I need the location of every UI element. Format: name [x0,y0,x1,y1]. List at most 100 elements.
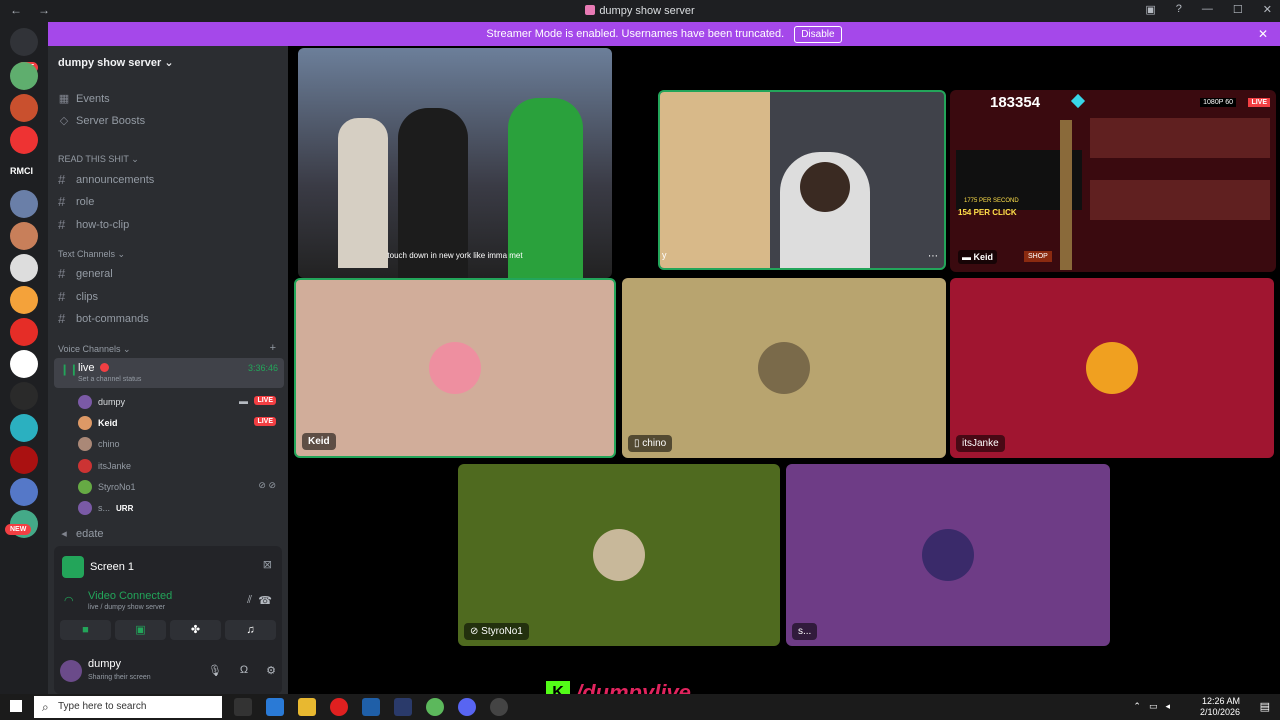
stop-stream-icon[interactable]: ⊠ [263,558,272,571]
microphone-icon[interactable]: 🎙 [208,664,222,677]
channel-label: edate [76,527,104,540]
server-icon[interactable] [10,286,38,314]
app-icon[interactable] [266,698,284,716]
channel-announcements[interactable]: # announcements [58,172,154,187]
hash-icon: # [58,311,66,326]
screen-controls: ■ ▣ ✤ ♫ [60,620,276,640]
stream-tile-game[interactable]: 183354 1080P 60 LIVE 1775 PER SECOND 154… [950,90,1276,272]
network-icon[interactable]: ▭ [1149,701,1158,712]
server-icon[interactable] [10,94,38,122]
youtube-server-icon[interactable] [10,318,38,346]
activities-button[interactable]: ✤ [170,620,221,640]
server-icon[interactable] [10,62,38,90]
taskbar-clock[interactable]: 12:26 AM 2/10/2026 [1200,696,1240,718]
server-icon[interactable] [10,446,38,474]
home-discord-icon[interactable] [10,28,38,56]
volume-icon[interactable]: ◂ [1165,701,1170,712]
stream-tile-webcam[interactable]: y ⋯ [658,90,946,270]
avatar[interactable] [60,660,82,682]
soundboard-button[interactable]: ♫ [225,620,276,640]
voice-user[interactable]: itsJanke [78,459,131,473]
server-icon[interactable] [10,350,38,378]
participant-tile-styrono1[interactable]: ⊘ StyroNo1 [458,464,780,646]
noise-suppression-icon[interactable]: ⫽ [247,594,252,607]
banner-close-icon[interactable]: ✕ [1258,27,1268,41]
inbox-icon[interactable]: ▣ [1145,3,1155,16]
voice-timer: 3:36:46 [247,363,278,373]
close-window-icon[interactable]: ✕ [1263,3,1272,16]
taskbar-search-input[interactable]: Type here to search [34,696,222,718]
voice-user[interactable]: s... URR [78,501,133,515]
server-icon[interactable] [10,382,38,410]
minimize-icon[interactable]: — [1202,3,1213,16]
video-stage: touch down in new york like imma met y ⋯… [288,46,1280,694]
windows-start-icon[interactable] [10,700,22,712]
live-dot-icon [99,363,109,372]
sidebar-item-events[interactable]: ▦ Events [58,92,110,106]
discord-icon[interactable] [458,698,476,716]
taskbar-apps [234,698,508,716]
channel-bot-commands[interactable]: # bot-commands [58,311,149,326]
vegas-icon[interactable] [362,698,380,716]
streamer-mode-banner: Streamer Mode is enabled. Usernames have… [48,22,1280,46]
sidebar-item-server-boosts[interactable]: ◇ Server Boosts [58,114,145,128]
channel-clips[interactable]: # clips [58,289,98,304]
help-icon[interactable]: ? [1176,3,1182,16]
avatar [78,480,92,494]
tray-chevron-icon[interactable]: ⌃ [1133,701,1141,712]
settings-gear-icon[interactable]: ⚙ [266,664,276,677]
category-text-channels[interactable]: Text Channels ⌄ [58,249,125,260]
hash-icon: # [58,266,66,281]
voice-channel-edate[interactable]: ◂ edate [58,527,104,541]
per-second-text: 1775 PER SECOND [964,198,1019,204]
server-icon[interactable] [10,222,38,250]
server-icon[interactable] [10,126,38,154]
disable-button[interactable]: Disable [794,25,842,43]
server-icon[interactable] [10,254,38,282]
add-channel-icon[interactable]: + [270,342,276,354]
category-voice-channels[interactable]: Voice Channels ⌄ [58,344,131,355]
more-options-icon[interactable]: ⋯ [928,251,938,262]
stream-user-name: Keid [973,252,994,262]
server-icon[interactable] [10,190,38,218]
participant-tile-s[interactable]: s... [786,464,1110,646]
voice-user[interactable]: Keid [78,416,118,430]
opera-icon[interactable] [330,698,348,716]
screen-share-button[interactable]: ▣ [115,620,166,640]
camera-button[interactable]: ■ [60,620,111,640]
server-rail: 685 RMCI NEW [0,22,48,694]
voice-user[interactable]: dumpy [78,395,125,409]
avatar [758,342,810,394]
connection-signal-icon[interactable]: ◠ [64,594,74,607]
participant-tile-chino[interactable]: ▯ chino [622,278,946,458]
participant-tile-itsjanke[interactable]: itsJanke [950,278,1274,458]
disconnect-icon[interactable]: ☎ [258,594,272,607]
voice-channel-live[interactable]: ❙❙ live 3:36:46 Set a channel status [54,358,284,388]
participant-tile-keid[interactable]: Keid [294,278,616,458]
file-explorer-icon[interactable] [298,698,316,716]
obs-icon[interactable] [490,698,508,716]
maximize-icon[interactable]: ☐ [1233,3,1243,16]
photoshop-icon[interactable] [394,698,412,716]
category-read[interactable]: READ THIS SHIT ⌄ [58,154,139,165]
headphones-icon[interactable]: Ω [240,664,248,677]
channel-general[interactable]: # general [58,266,113,281]
clock-date: 2/10/2026 [1199,707,1240,717]
channel-how-to-clip[interactable]: # how-to-clip [58,217,129,232]
task-view-icon[interactable] [234,698,252,716]
system-tray: ⌃ ▭ ◂ [1133,701,1170,712]
channel-status-input[interactable]: Set a channel status [78,376,141,383]
server-icon[interactable] [10,478,38,506]
server-icon[interactable] [10,414,38,442]
live-badge: LIVE [254,417,276,426]
voice-user[interactable]: chino [78,437,120,451]
notifications-icon[interactable]: ▤ [1260,700,1270,713]
voice-user[interactable]: StyroNo1 [78,480,136,494]
stream-tile-video[interactable]: touch down in new york like imma met [298,48,612,278]
channel-role[interactable]: # role [58,194,94,209]
muted-icons: ⊘ ⊘ [258,480,276,490]
server-name-header[interactable]: dumpy show server ⌄ [58,56,174,69]
category-label: Voice Channels [58,344,121,354]
server-text-icon[interactable]: RMCI [10,166,33,176]
app-icon[interactable] [426,698,444,716]
